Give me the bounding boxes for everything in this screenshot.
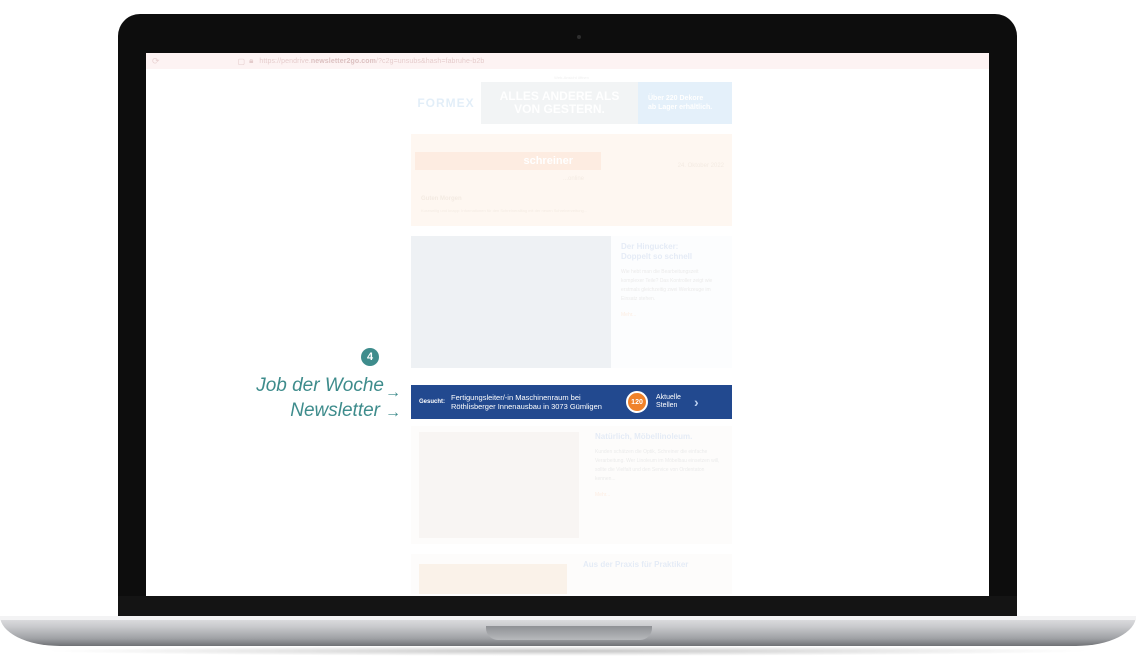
annotation-label: Newsletter xyxy=(290,400,380,421)
job-title: Fertigungsleiter/-in Maschinenraum bei R… xyxy=(451,393,602,411)
intro-text: Kurzweilig und knapp: Informationen für … xyxy=(421,208,588,213)
schreiner-logo: schreiner xyxy=(415,152,601,170)
article-body: Wie hebt man die Bearbeitungszeit komple… xyxy=(621,269,713,302)
banner-brand: FORMEX xyxy=(417,96,475,110)
greeting: Guten Morgen xyxy=(421,196,462,202)
browser-address-bar[interactable]: ⟳ ▢ 🔒︎ https://pendrive.newsletter2go.co… xyxy=(146,53,989,69)
article-image xyxy=(419,432,579,538)
web-view-link[interactable]: Web-Ansicht öffnen xyxy=(411,69,732,82)
newsletter-column: Web-Ansicht öffnen FORMEX ALLES ANDERE A… xyxy=(411,69,732,594)
laptop-notch xyxy=(486,626,652,640)
url-text[interactable]: https://pendrive.newsletter2go.com/?c2g=… xyxy=(259,58,484,65)
article-title: Natürlich, Möbellinoleum. xyxy=(595,432,693,441)
article-text: Aus der Praxis für Praktiker xyxy=(573,554,732,594)
banner-headline: ALLES ANDERE ALS VON GESTERN. xyxy=(481,82,638,124)
laptop-screen: ⟳ ▢ 🔒︎ https://pendrive.newsletter2go.co… xyxy=(146,53,989,596)
job-stellen-link[interactable]: Aktuelle Stellen xyxy=(656,394,692,410)
article-title: Der Hingucker: xyxy=(621,242,679,251)
article-card[interactable]: Aus der Praxis für Praktiker xyxy=(411,554,732,594)
arrow-right-icon: → xyxy=(385,384,401,401)
article-text: Natürlich, Möbellinoleum. Kunden schätze… xyxy=(585,426,732,544)
annotation-number-badge: 4 xyxy=(361,348,379,366)
article-text: Der Hingucker: Doppelt so schnell Wie he… xyxy=(611,236,732,368)
job-gesucht-label: Gesucht: xyxy=(419,399,446,405)
article-title: Doppelt so schnell xyxy=(621,252,693,261)
lock-icon: 🔒︎ xyxy=(249,56,254,65)
annotation-label: Job der Woche xyxy=(256,375,384,396)
read-more-link[interactable]: Mehr... xyxy=(595,492,722,498)
laptop-bezel-bottom xyxy=(118,596,1017,616)
newsletter-header: schreiner ...online 24. Oktober 2022 Gut… xyxy=(411,134,732,226)
laptop-base-highlight xyxy=(0,616,1136,620)
article-image xyxy=(419,564,567,594)
camera-icon xyxy=(577,35,581,39)
faded-newsletter: Web-Ansicht öffnen FORMEX ALLES ANDERE A… xyxy=(146,69,989,596)
article-card[interactable]: Natürlich, Möbellinoleum. Kunden schätze… xyxy=(411,426,732,544)
shield-icon: ▢ xyxy=(237,56,246,66)
article-title: Aus der Praxis für Praktiker xyxy=(583,560,689,569)
laptop-shadow xyxy=(40,646,1096,656)
arrow-right-icon: → xyxy=(385,404,401,421)
job-count-badge: 120 xyxy=(626,391,649,413)
chevron-right-icon[interactable]: › xyxy=(694,394,699,410)
article-image xyxy=(411,236,611,368)
ad-banner[interactable]: FORMEX ALLES ANDERE ALS VON GESTERN. Übe… xyxy=(411,82,732,124)
read-more-link[interactable]: Mehr... xyxy=(621,312,722,318)
article-body: Kunden schätzen die Optik, Schreiner die… xyxy=(595,449,720,482)
reload-icon[interactable]: ⟳ xyxy=(152,56,160,67)
job-of-the-week-bar[interactable]: Gesucht: Fertigungsleiter/-in Maschinenr… xyxy=(411,385,732,419)
laptop-mockup: ⟳ ▢ 🔒︎ https://pendrive.newsletter2go.co… xyxy=(0,0,1136,661)
article-card[interactable]: Der Hingucker: Doppelt so schnell Wie he… xyxy=(411,236,732,368)
banner-side-text: Über 220 Dekore ab Lager erhältlich. xyxy=(638,82,732,124)
logo-subtitle: ...online xyxy=(563,176,585,182)
newsletter-date: 24. Oktober 2022 xyxy=(677,163,724,169)
